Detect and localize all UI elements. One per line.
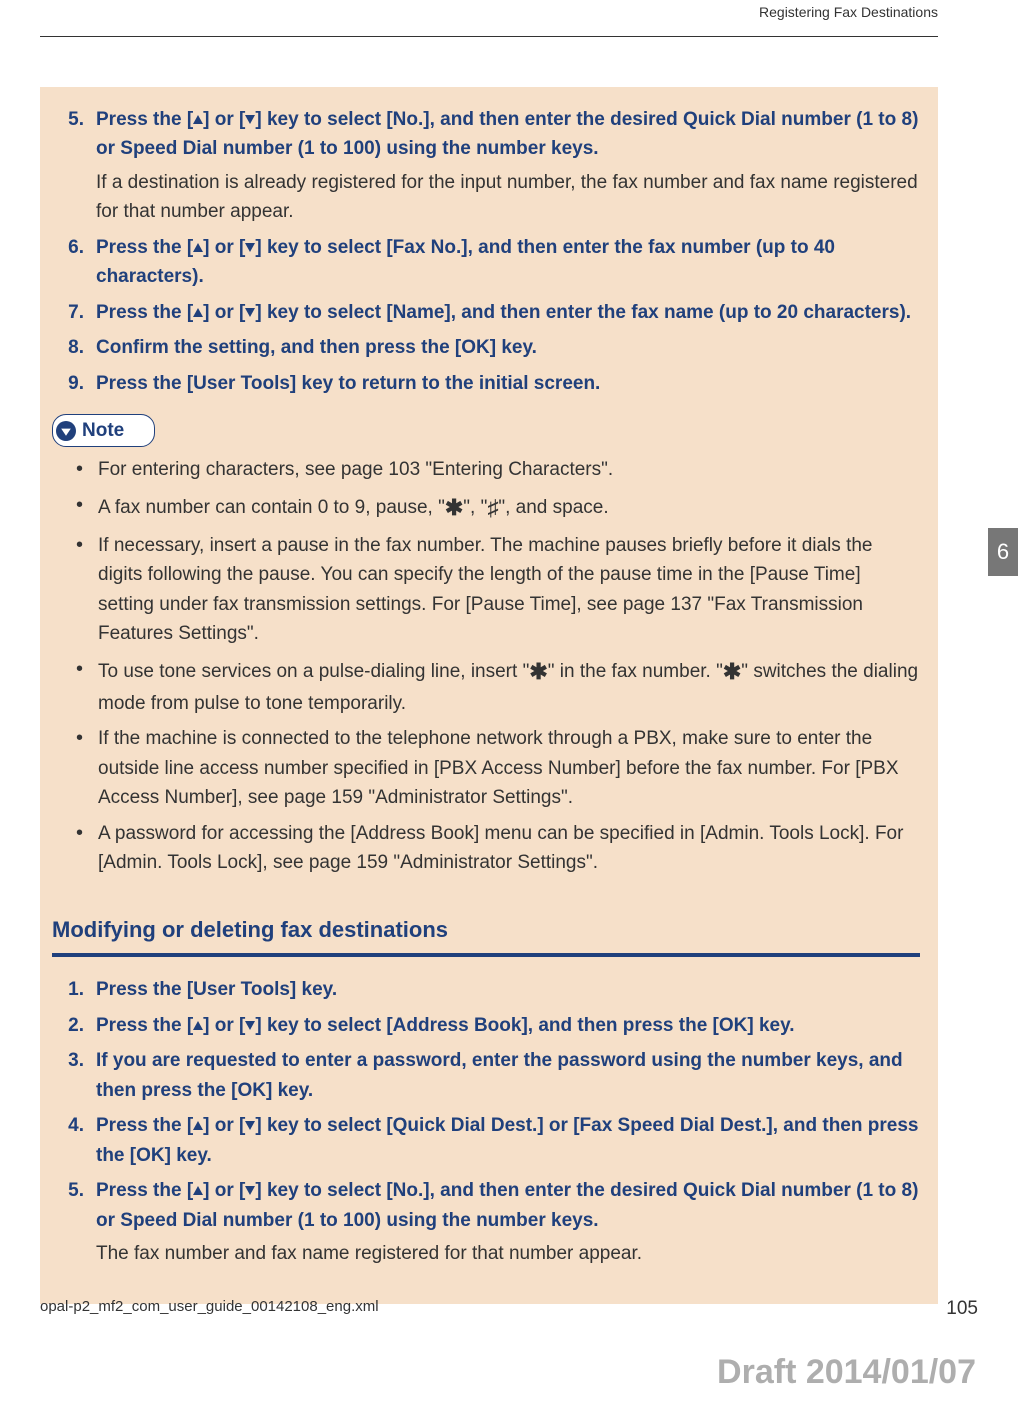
step-number: 2. xyxy=(52,1011,96,1040)
step: 3. If you are requested to enter a passw… xyxy=(52,1046,920,1105)
chapter-tab: 6 xyxy=(988,528,1018,576)
step: 2. Press the [] or [] key to select [Add… xyxy=(52,1011,920,1040)
step-number: 5. xyxy=(52,105,96,227)
steps-list-1: 5. Press the [] or [] key to select [No.… xyxy=(52,105,920,398)
hash-icon: ♯ xyxy=(487,491,498,525)
down-arrow-icon xyxy=(245,115,255,124)
up-arrow-icon xyxy=(193,1121,203,1130)
up-arrow-icon xyxy=(193,115,203,124)
step-text: Press the [] or [] key to select [Name],… xyxy=(96,298,920,327)
up-arrow-icon xyxy=(193,1021,203,1030)
down-arrow-icon xyxy=(245,243,255,252)
step: 9. Press the [User Tools] key to return … xyxy=(52,369,920,398)
step-text: Press the [User Tools] key to return to … xyxy=(96,369,920,398)
step-text: Press the [] or [] key to select [No.], … xyxy=(96,1176,920,1235)
step-text: Press the [] or [] key to select [Addres… xyxy=(96,1011,920,1040)
footer-filename: opal-p2_mf2_com_user_guide_00142108_eng.… xyxy=(40,1298,379,1320)
note-item: A fax number can contain 0 to 9, pause, … xyxy=(76,491,920,525)
step-number: 1. xyxy=(52,975,96,1004)
steps-list-2: 1. Press the [User Tools] key. 2. Press … xyxy=(52,975,920,1268)
page: Registering Fax Destinations 5. Press th… xyxy=(0,0,1018,1420)
running-head: Registering Fax Destinations xyxy=(0,0,978,20)
step-subtext: If a destination is already registered f… xyxy=(96,168,920,227)
step-number: 8. xyxy=(52,333,96,362)
down-circle-icon xyxy=(56,421,76,441)
note-item: To use tone services on a pulse-dialing … xyxy=(76,655,920,719)
step: 4. Press the [] or [] key to select [Qui… xyxy=(52,1111,920,1170)
step-number: 5. xyxy=(52,1176,96,1268)
star-icon: ✱ xyxy=(445,491,463,525)
section-rule xyxy=(52,953,920,957)
notes-list: For entering characters, see page 103 "E… xyxy=(76,455,920,877)
note-label: Note xyxy=(82,416,124,445)
note-badge: Note xyxy=(52,414,155,447)
footer: opal-p2_mf2_com_user_guide_00142108_eng.… xyxy=(0,1298,1018,1320)
step-subtext: The fax number and fax name registered f… xyxy=(96,1239,920,1268)
star-icon: ✱ xyxy=(529,655,547,689)
step: 1. Press the [User Tools] key. xyxy=(52,975,920,1004)
up-arrow-icon xyxy=(193,1186,203,1195)
step-text: Press the [] or [] key to select [Fax No… xyxy=(96,233,920,292)
section-heading: Modifying or deleting fax destinations xyxy=(52,913,920,947)
step: 7. Press the [] or [] key to select [Nam… xyxy=(52,298,920,327)
step-number: 7. xyxy=(52,298,96,327)
step: 6. Press the [] or [] key to select [Fax… xyxy=(52,233,920,292)
step: 5. Press the [] or [] key to select [No.… xyxy=(52,105,920,227)
down-arrow-icon xyxy=(245,1121,255,1130)
step-text: Press the [] or [] key to select [Quick … xyxy=(96,1111,920,1170)
down-arrow-icon xyxy=(245,308,255,317)
step: 8. Confirm the setting, and then press t… xyxy=(52,333,920,362)
up-arrow-icon xyxy=(193,243,203,252)
note-item: If necessary, insert a pause in the fax … xyxy=(76,531,920,649)
page-number: 105 xyxy=(946,1298,978,1320)
up-arrow-icon xyxy=(193,308,203,317)
top-rule xyxy=(40,36,938,37)
step-text: Confirm the setting, and then press the … xyxy=(96,333,920,362)
note-item: If the machine is connected to the telep… xyxy=(76,724,920,812)
down-arrow-icon xyxy=(245,1186,255,1195)
step-text: Press the [] or [] key to select [No.], … xyxy=(96,105,920,164)
step: 5. Press the [] or [] key to select [No.… xyxy=(52,1176,920,1268)
step-number: 4. xyxy=(52,1111,96,1170)
step-number: 3. xyxy=(52,1046,96,1105)
step-text: Press the [User Tools] key. xyxy=(96,975,920,1004)
note-item: A password for accessing the [Address Bo… xyxy=(76,819,920,878)
note-item: For entering characters, see page 103 "E… xyxy=(76,455,920,484)
step-text: If you are requested to enter a password… xyxy=(96,1046,920,1105)
star-icon: ✱ xyxy=(723,655,741,689)
content-area: 5. Press the [] or [] key to select [No.… xyxy=(40,87,938,1304)
down-arrow-icon xyxy=(245,1021,255,1030)
draft-stamp: Draft 2014/01/07 xyxy=(717,1353,976,1392)
step-number: 6. xyxy=(52,233,96,292)
step-number: 9. xyxy=(52,369,96,398)
